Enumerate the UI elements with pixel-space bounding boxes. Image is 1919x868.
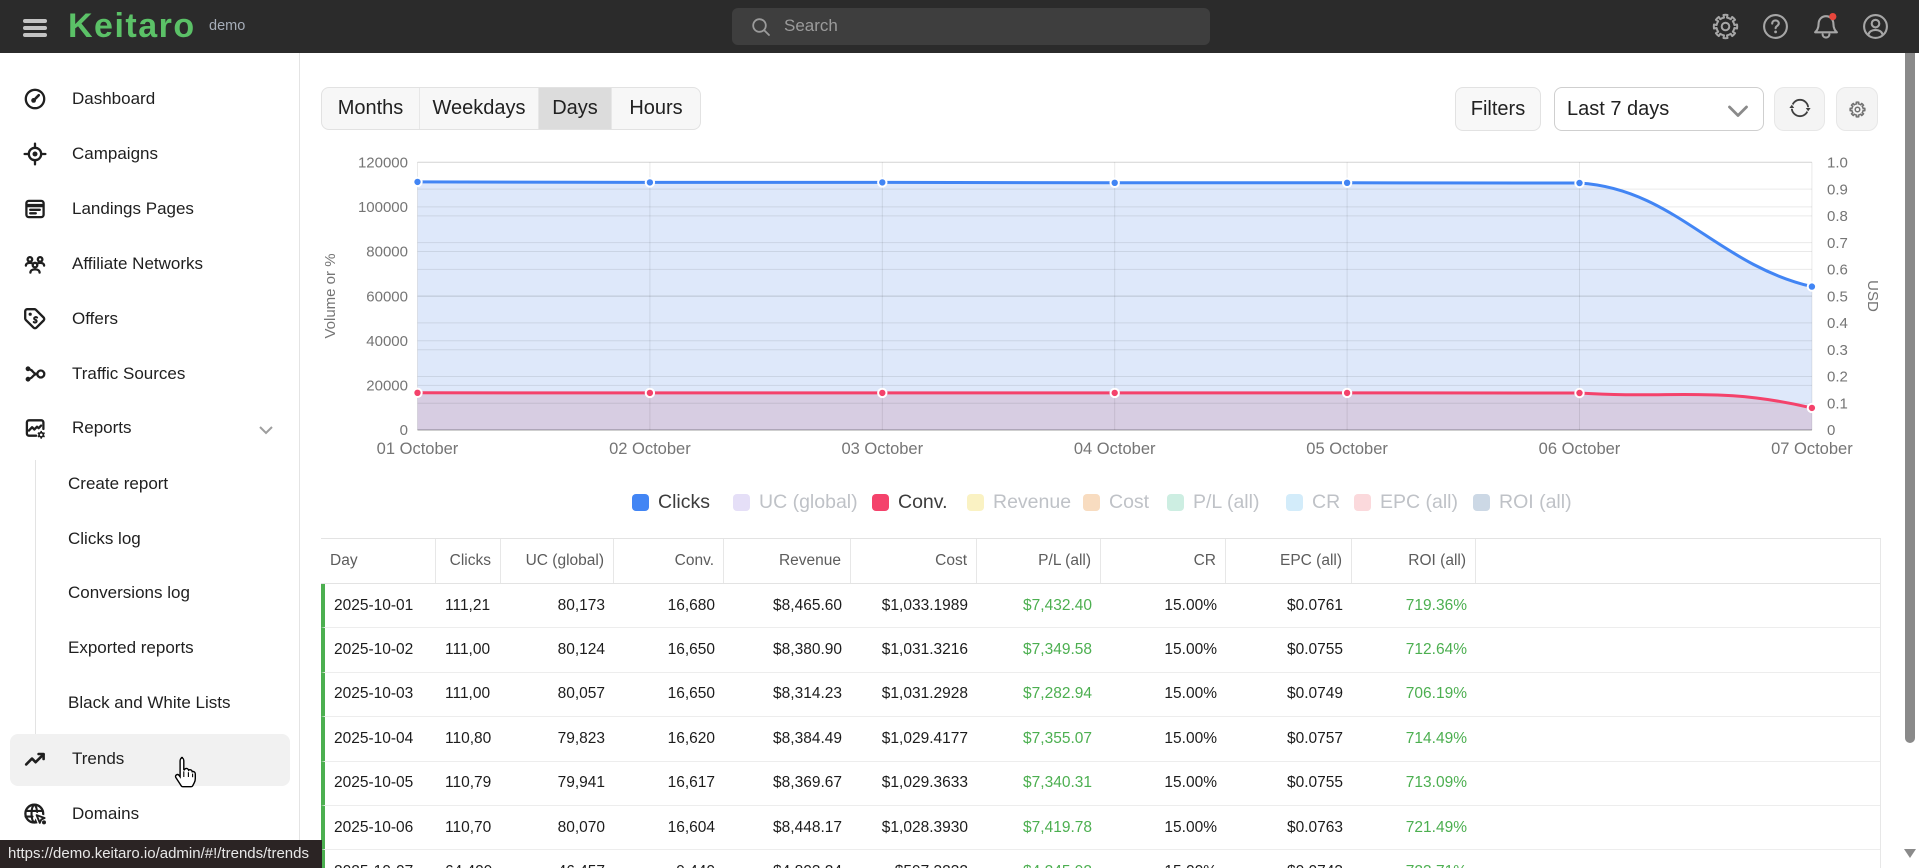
svg-text:120000: 120000: [358, 155, 408, 172]
svg-text:0.2: 0.2: [1827, 369, 1848, 386]
svg-text:1.0: 1.0: [1827, 155, 1848, 172]
svg-text:02 October: 02 October: [609, 440, 691, 458]
svg-text:60000: 60000: [366, 288, 408, 305]
svg-text:03 October: 03 October: [841, 440, 923, 458]
svg-text:0.5: 0.5: [1827, 288, 1848, 305]
svg-text:07 October: 07 October: [1771, 440, 1853, 458]
svg-text:0.9: 0.9: [1827, 181, 1848, 198]
svg-text:100000: 100000: [358, 199, 408, 216]
svg-text:USD: USD: [1864, 280, 1881, 312]
svg-text:80000: 80000: [366, 244, 408, 261]
svg-text:0.3: 0.3: [1827, 342, 1848, 359]
svg-text:06 October: 06 October: [1539, 440, 1621, 458]
svg-text:0: 0: [400, 422, 408, 439]
svg-text:0.1: 0.1: [1827, 395, 1848, 412]
svg-text:0.7: 0.7: [1827, 235, 1848, 252]
svg-text:20000: 20000: [366, 378, 408, 395]
svg-text:0.4: 0.4: [1827, 315, 1848, 332]
svg-text:Volume or %: Volume or %: [322, 253, 339, 338]
svg-text:05 October: 05 October: [1306, 440, 1388, 458]
svg-text:0: 0: [1827, 422, 1835, 439]
svg-text:01 October: 01 October: [377, 440, 459, 458]
svg-text:0.6: 0.6: [1827, 262, 1848, 279]
svg-text:40000: 40000: [366, 333, 408, 350]
svg-text:04 October: 04 October: [1074, 440, 1156, 458]
svg-text:0.8: 0.8: [1827, 208, 1848, 225]
